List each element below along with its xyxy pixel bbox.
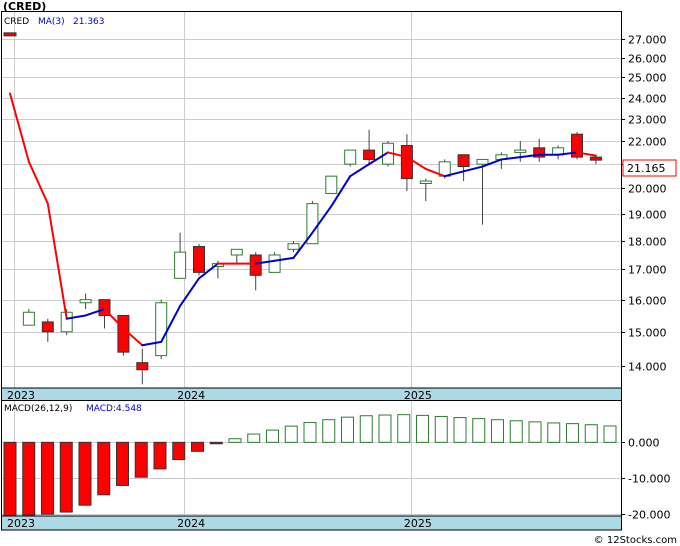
candle-down bbox=[363, 149, 376, 160]
macd-bar-positive bbox=[584, 424, 598, 443]
macd-bar-positive bbox=[303, 422, 317, 443]
macd-bar-negative bbox=[116, 441, 129, 486]
candle-down bbox=[249, 254, 262, 276]
candle-down bbox=[3, 32, 17, 37]
price-tick-label: 14.000 bbox=[628, 361, 667, 374]
macd-axis: -20.000 -10.000 0.000 bbox=[621, 437, 670, 522]
macd-bar-negative bbox=[97, 441, 111, 496]
macd-bar-negative bbox=[172, 441, 186, 461]
macd-bar-negative bbox=[59, 441, 73, 513]
macd-tick-label: -20.000 bbox=[628, 509, 670, 522]
legend-ma-label: MA(3) bbox=[38, 17, 65, 27]
stock-chart: 14.000 15.000 16.000 17.000 18.000 19.000 20.0… bbox=[1, 0, 677, 546]
candle-up bbox=[22, 311, 35, 326]
macd-bar-positive bbox=[603, 425, 617, 443]
price-tick-label: 24.000 bbox=[628, 93, 667, 106]
macd-bar-positive bbox=[416, 414, 429, 443]
macd-tick-label: 0.000 bbox=[628, 437, 660, 450]
macd-bar-positive bbox=[397, 414, 411, 443]
candle-up bbox=[514, 149, 527, 153]
macd-legend-label: MACD(26,12,9) bbox=[4, 404, 72, 414]
candle-up bbox=[155, 302, 168, 357]
macd-bar-negative bbox=[41, 441, 54, 515]
macd-bar-negative bbox=[191, 441, 204, 452]
candle-up bbox=[287, 243, 300, 250]
macd-x-label: 2025 bbox=[404, 517, 432, 530]
macd-bar-positive bbox=[378, 414, 392, 443]
macd-bar-positive bbox=[284, 425, 298, 443]
candle-down bbox=[41, 321, 54, 333]
macd-bar-positive bbox=[566, 423, 579, 443]
chart-stage: 14.000 15.000 16.000 17.000 18.000 19.000 20.0… bbox=[0, 0, 680, 546]
price-axis: 14.000 15.000 16.000 17.000 18.000 19.000 20.0… bbox=[621, 34, 667, 374]
macd-bar-positive bbox=[359, 415, 373, 443]
legend-ma-value: 21.363 bbox=[73, 17, 105, 27]
candle-up bbox=[174, 251, 187, 279]
macd-bar-negative bbox=[134, 441, 148, 478]
macd-bar-positive bbox=[266, 429, 279, 443]
price-tick-label: 16.000 bbox=[628, 295, 667, 308]
candle-up bbox=[230, 248, 243, 256]
macd-bar-negative bbox=[3, 441, 17, 516]
price-tick-label: 22.000 bbox=[628, 136, 667, 149]
macd-bar-negative bbox=[209, 441, 223, 445]
macd-bar-positive bbox=[341, 416, 354, 443]
macd-bar-positive bbox=[472, 418, 486, 443]
macd-panel-frame bbox=[1, 400, 622, 517]
price-tick-label: 20.000 bbox=[628, 183, 667, 196]
macd-bar-negative bbox=[153, 441, 167, 470]
macd-bar-positive bbox=[434, 415, 448, 443]
candle-down bbox=[589, 156, 602, 161]
candle-down bbox=[117, 314, 130, 353]
macd-bar-positive bbox=[547, 422, 561, 443]
macd-bar-positive bbox=[228, 438, 242, 443]
candle-down bbox=[400, 145, 413, 180]
macd-bar-negative bbox=[78, 441, 92, 506]
price-tick-label: 18.000 bbox=[628, 236, 667, 249]
macd-bar-positive bbox=[247, 433, 261, 443]
price-tick-label: 23.000 bbox=[628, 114, 667, 127]
candle-down bbox=[136, 362, 149, 371]
current-price-label: 21.165 bbox=[627, 162, 666, 175]
macd-tick-label: -10.000 bbox=[628, 473, 670, 486]
macd-x-label: 2024 bbox=[177, 517, 205, 530]
candle-up bbox=[325, 175, 338, 194]
candle-down bbox=[193, 246, 205, 273]
chart-title: (CRED) bbox=[3, 0, 46, 13]
candle-up bbox=[344, 149, 357, 165]
price-tick-label: 17.000 bbox=[628, 264, 667, 277]
macd-bar-positive bbox=[322, 419, 336, 443]
macd-bar-positive bbox=[528, 421, 542, 443]
candle-up bbox=[476, 158, 489, 165]
legend-symbol: CRED bbox=[4, 17, 29, 27]
macd-bar-positive bbox=[491, 419, 504, 443]
candle-down bbox=[457, 154, 470, 168]
macd-bar-negative bbox=[22, 441, 36, 516]
macd-legend-value: MACD:4.548 bbox=[86, 404, 142, 414]
price-tick-label: 26.000 bbox=[628, 53, 667, 66]
price-tick-label: 27.000 bbox=[628, 34, 667, 47]
watermark: © 12Stocks.com bbox=[594, 535, 677, 546]
candle-up bbox=[79, 299, 92, 304]
macd-x-label: 2023 bbox=[7, 517, 35, 530]
candle-up bbox=[419, 180, 432, 185]
price-date-band bbox=[1, 387, 622, 403]
price-tick-label: 19.000 bbox=[628, 209, 667, 222]
macd-bar-positive bbox=[453, 417, 467, 443]
macd-date-band bbox=[1, 515, 622, 531]
price-tick-label: 25.000 bbox=[628, 72, 667, 85]
macd-bar-positive bbox=[509, 420, 523, 443]
price-tick-label: 15.000 bbox=[628, 327, 667, 340]
candle-up bbox=[268, 254, 281, 273]
